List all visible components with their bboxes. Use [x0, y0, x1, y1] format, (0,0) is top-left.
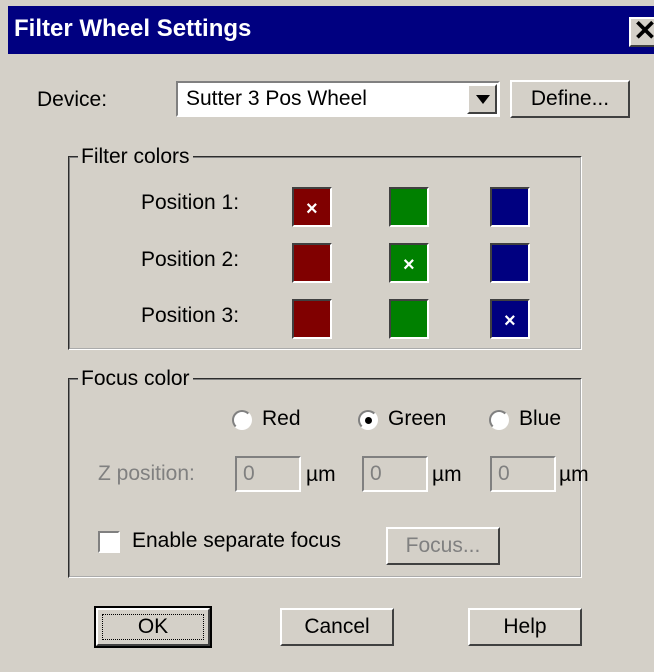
swatch-position-1-red[interactable]: ×	[292, 187, 332, 227]
selected-mark-icon: ×	[403, 254, 415, 276]
radio-blue-label: Blue	[519, 407, 562, 430]
unit-label: µm	[559, 463, 589, 486]
swatch-position-3-green[interactable]	[389, 299, 429, 339]
title-bar[interactable]: Filter Wheel Settings ✕	[8, 6, 654, 54]
swatch-position-1-blue[interactable]	[490, 187, 530, 227]
device-label: Device:	[37, 88, 108, 111]
enable-separate-focus-label: Enable separate focus	[132, 529, 341, 552]
swatch-position-2-red[interactable]	[292, 243, 332, 283]
unit-label: µm	[432, 463, 462, 486]
dropdown-arrow-icon[interactable]	[467, 84, 497, 114]
radio-dot	[365, 417, 372, 424]
z-field-value: 0	[370, 462, 382, 485]
define-button[interactable]: Define...	[510, 80, 630, 118]
unit-label: µm	[306, 463, 336, 486]
swatch-position-3-red[interactable]	[292, 299, 332, 339]
z-field-blue[interactable]: 0	[490, 456, 556, 492]
radio-red-label: Red	[262, 407, 301, 430]
radio-green-label: Green	[388, 407, 447, 430]
radio-green[interactable]	[358, 410, 378, 430]
swatch-position-1-green[interactable]	[389, 187, 429, 227]
device-select[interactable]: Sutter 3 Pos Wheel	[176, 81, 500, 117]
radio-blue[interactable]	[489, 410, 509, 430]
selected-mark-icon: ×	[504, 310, 516, 332]
cancel-button[interactable]: Cancel	[280, 608, 394, 646]
z-field-green[interactable]: 0	[362, 456, 428, 492]
position-2-label: Position 2:	[141, 248, 240, 271]
swatch-position-3-blue[interactable]: ×	[490, 299, 530, 339]
swatch-position-2-blue[interactable]	[490, 243, 530, 283]
ok-button[interactable]: OK	[94, 606, 212, 648]
close-button[interactable]: ✕	[629, 15, 654, 47]
focus-color-legend: Focus color	[78, 367, 193, 391]
help-button[interactable]: Help	[468, 608, 582, 646]
filter-wheel-settings-dialog: Filter Wheel Settings ✕ Device: Sutter 3…	[0, 0, 654, 672]
z-position-label: Z position:	[98, 462, 195, 485]
enable-separate-focus-checkbox[interactable]	[98, 531, 120, 553]
radio-red[interactable]	[232, 410, 252, 430]
position-1-label: Position 1:	[141, 191, 240, 214]
close-icon: ✕	[633, 15, 654, 46]
swatch-position-2-green[interactable]: ×	[389, 243, 429, 283]
focus-ring	[102, 614, 204, 640]
device-select-value: Sutter 3 Pos Wheel	[186, 87, 367, 110]
focus-button[interactable]: Focus...	[386, 527, 500, 565]
z-field-red[interactable]: 0	[235, 456, 301, 492]
window-title: Filter Wheel Settings	[14, 15, 252, 42]
selected-mark-icon: ×	[306, 198, 318, 220]
filter-colors-legend: Filter colors	[78, 145, 193, 169]
z-field-value: 0	[498, 462, 510, 485]
z-field-value: 0	[243, 462, 255, 485]
position-3-label: Position 3:	[141, 304, 240, 327]
